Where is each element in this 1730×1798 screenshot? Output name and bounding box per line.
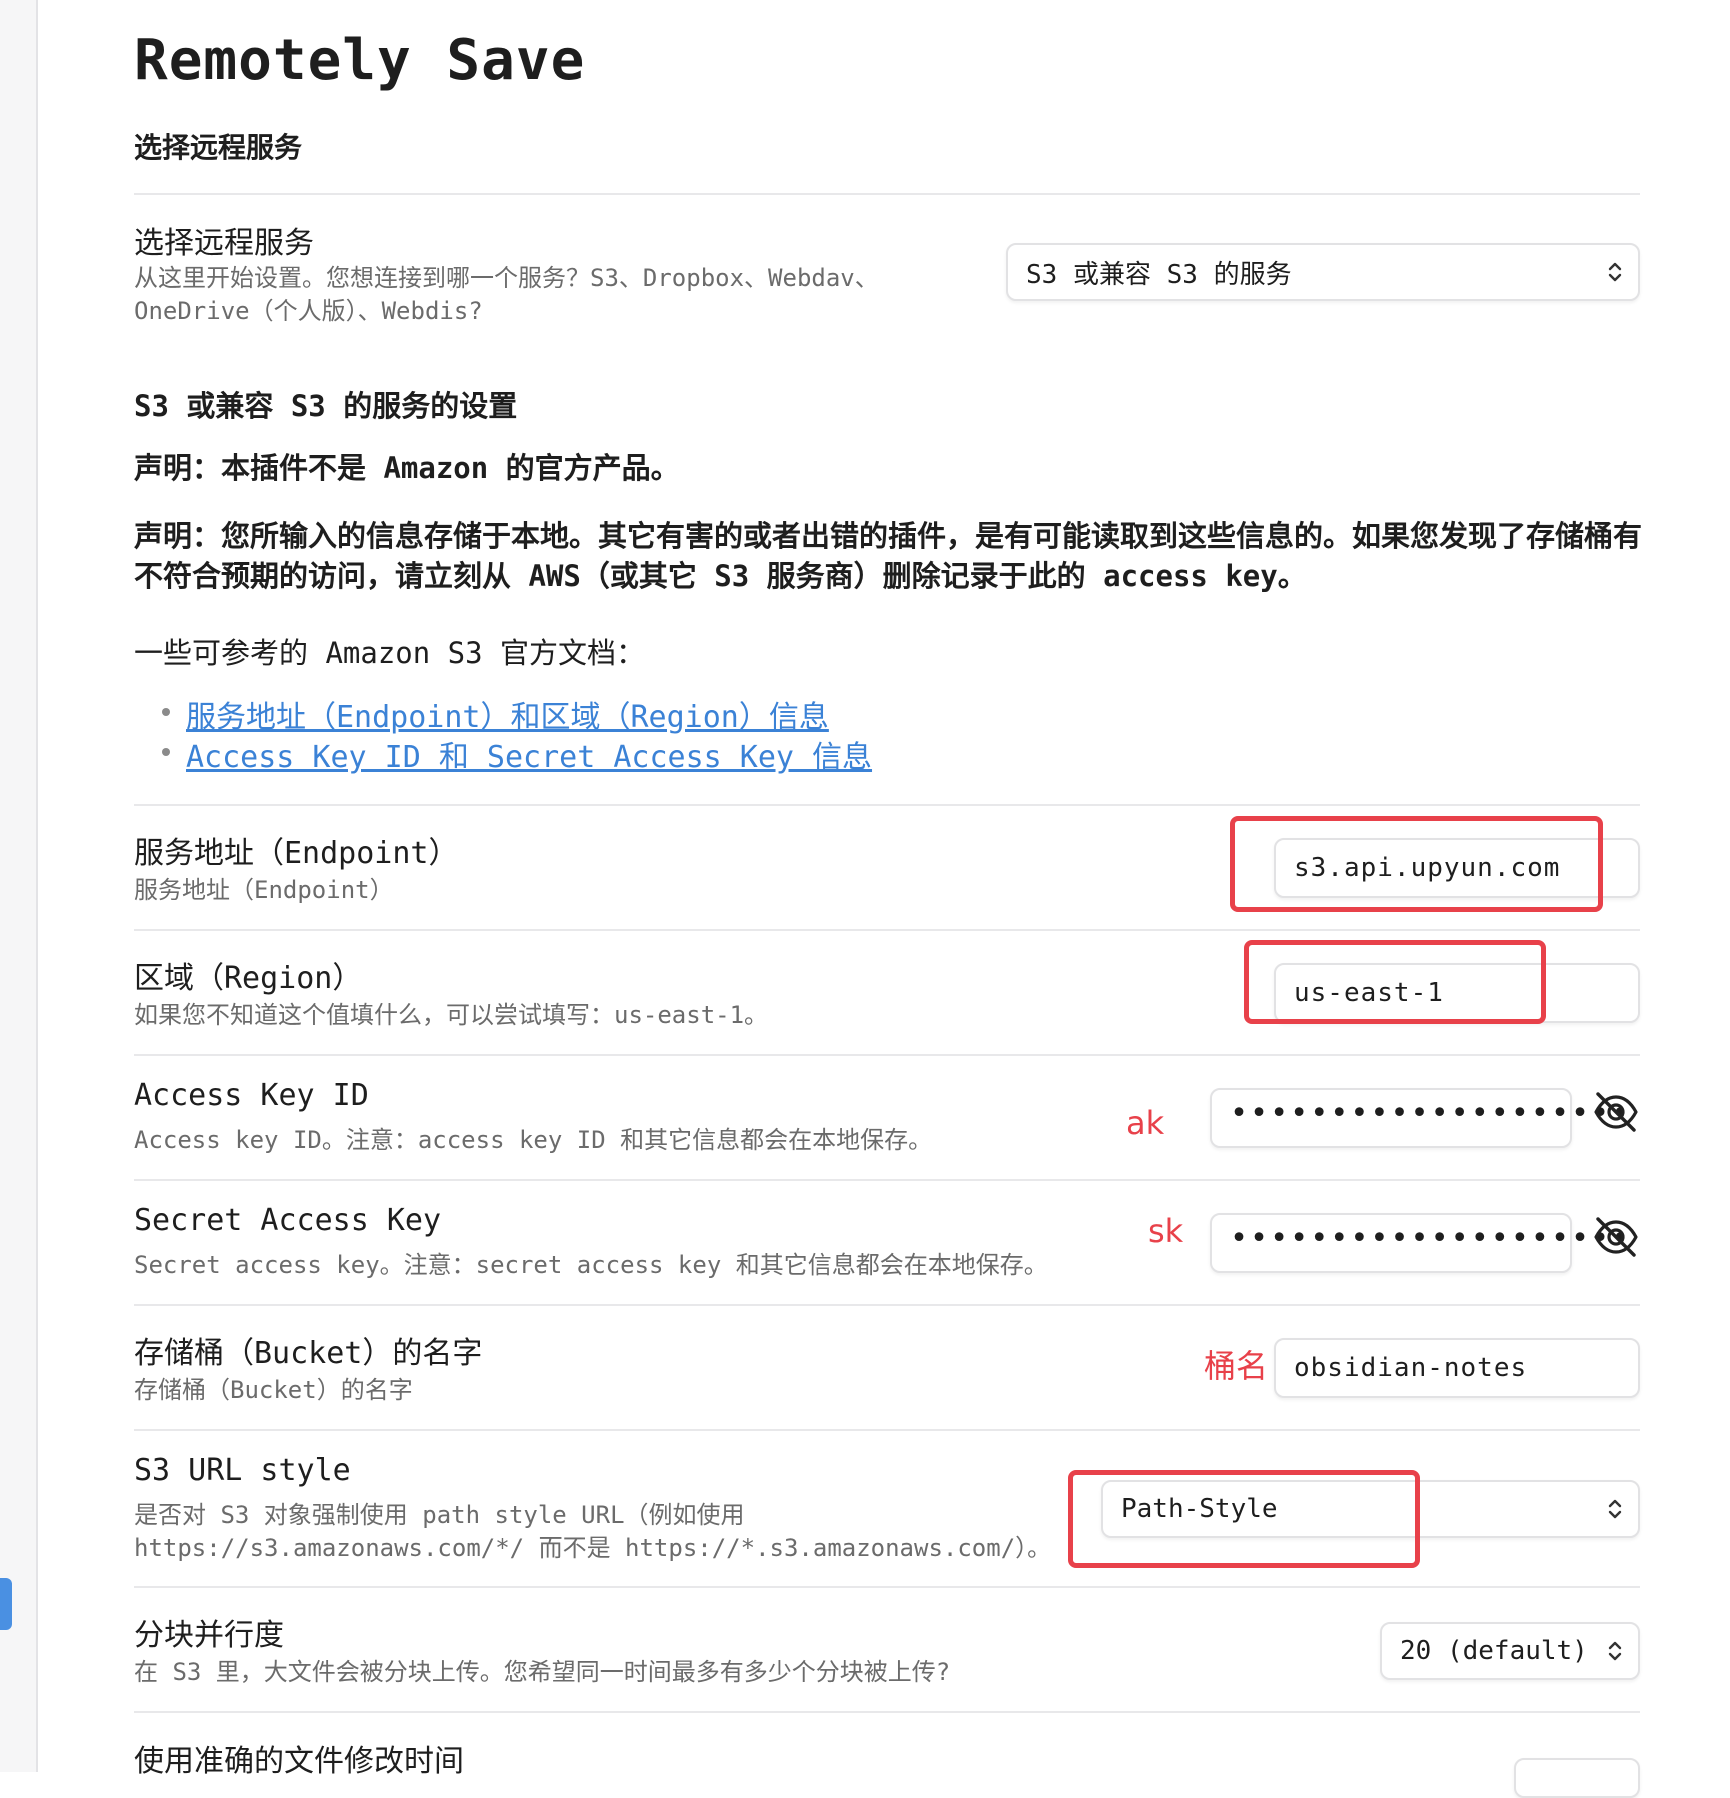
endpoint-region-doc-link[interactable]: 服务地址（Endpoint）和区域（Region）信息 xyxy=(186,700,829,735)
url-style-setting-name: S3 URL style xyxy=(134,1453,351,1488)
notice-not-official: 声明：本插件不是 Amazon 的官方产品。 xyxy=(134,451,680,485)
bucket-setting-desc: 存储桶（Bucket）的名字 xyxy=(134,1376,413,1404)
url-style-desc-line-2: https://s3.amazonaws.com/*/ 而不是 https://… xyxy=(134,1534,1052,1562)
divider xyxy=(134,1179,1640,1181)
list-item: Access Key ID 和 Secret Access Key 信息 xyxy=(161,732,872,775)
service-desc-line-1: 从这里开始设置。您想连接到哪一个服务？S3、Dropbox、Webdav、 xyxy=(134,264,879,292)
access-key-doc-link[interactable]: Access Key ID 和 Secret Access Key 信息 xyxy=(186,740,872,775)
eye-off-icon[interactable] xyxy=(1592,1092,1640,1132)
page-title: Remotely Save xyxy=(134,28,586,93)
service-select[interactable]: S3 或兼容 S3 的服务 xyxy=(1006,243,1640,301)
service-setting-desc: 从这里开始设置。您想连接到哪一个服务？S3、Dropbox、Webdav、 On… xyxy=(134,262,879,328)
chevron-updown-icon xyxy=(1608,262,1622,282)
docs-list: 服务地址（Endpoint）和区域（Region）信息 Access Key I… xyxy=(161,692,872,775)
service-desc-line-2: OneDrive（个人版）、Webdis? xyxy=(134,297,483,325)
divider xyxy=(134,1711,1640,1713)
sidebar-strip xyxy=(0,0,38,1772)
region-input[interactable]: us-east-1 xyxy=(1274,963,1640,1023)
s3-settings-heading: S3 或兼容 S3 的服务的设置 xyxy=(134,389,518,423)
access-key-masked-value: •••••••••••••••••••• xyxy=(1230,1095,1632,1131)
parallelism-select[interactable]: 20 (default) xyxy=(1380,1622,1640,1680)
divider xyxy=(134,929,1640,931)
access-key-setting-name: Access Key ID xyxy=(134,1078,369,1113)
mtime-control[interactable] xyxy=(1514,1758,1640,1798)
access-key-input[interactable]: •••••••••••••••••••• xyxy=(1210,1088,1629,1148)
parallelism-select-value: 20 (default) xyxy=(1400,1636,1588,1666)
annotation-sk-label: sk xyxy=(1148,1212,1184,1250)
endpoint-input[interactable]: s3.api.upyun.com xyxy=(1274,838,1640,898)
eye-off-icon[interactable] xyxy=(1592,1217,1640,1257)
parallelism-setting-name: 分块并行度 xyxy=(134,1618,284,1653)
access-key-setting-desc: Access key ID。注意：access key ID 和其它信息都会在本… xyxy=(134,1126,933,1154)
secret-key-setting-desc: Secret access key。注意：secret access key 和… xyxy=(134,1251,1048,1279)
endpoint-setting-desc: 服务地址（Endpoint） xyxy=(134,876,394,904)
bucket-input-value: obsidian-notes xyxy=(1294,1353,1528,1383)
divider xyxy=(134,804,1640,806)
url-style-select[interactable]: Path-Style xyxy=(1101,1480,1640,1538)
secret-key-masked-value: •••••••••••••••••••• xyxy=(1230,1220,1632,1256)
annotation-bucket-label: 桶名 xyxy=(1204,1347,1269,1385)
mtime-setting-name: 使用准确的文件修改时间 xyxy=(134,1744,464,1779)
divider xyxy=(134,1429,1640,1431)
chevron-updown-icon xyxy=(1608,1641,1622,1661)
region-setting-desc: 如果您不知道这个值填什么，可以尝试填写：us-east-1。 xyxy=(134,1001,769,1029)
region-input-value: us-east-1 xyxy=(1294,978,1444,1008)
bucket-input[interactable]: obsidian-notes xyxy=(1274,1338,1640,1398)
service-setting-name: 选择远程服务 xyxy=(134,226,314,261)
secret-key-input[interactable]: •••••••••••••••••••• xyxy=(1210,1213,1629,1273)
section-heading: 选择远程服务 xyxy=(134,131,303,164)
divider xyxy=(134,193,1640,195)
service-select-value: S3 或兼容 S3 的服务 xyxy=(1026,259,1292,290)
endpoint-input-value: s3.api.upyun.com xyxy=(1294,853,1561,883)
docs-intro: 一些可参考的 Amazon S3 官方文档： xyxy=(134,636,646,670)
divider xyxy=(134,1304,1640,1306)
parallelism-setting-desc: 在 S3 里，大文件会被分块上传。您希望同一时间最多有多少个分块被上传? xyxy=(134,1658,951,1686)
list-item: 服务地址（Endpoint）和区域（Region）信息 xyxy=(161,692,872,735)
notice-local-storage: 声明：您所输入的信息存储于本地。其它有害的或者出错的插件，是有可能读取到这些信息… xyxy=(134,519,1643,593)
sidebar-resize-handle[interactable] xyxy=(0,1578,12,1630)
divider xyxy=(134,1586,1640,1588)
endpoint-setting-name: 服务地址（Endpoint） xyxy=(134,836,459,871)
url-style-select-value: Path-Style xyxy=(1121,1494,1278,1524)
bucket-setting-name: 存储桶（Bucket）的名字 xyxy=(134,1336,483,1371)
url-style-desc-line-1: 是否对 S3 对象强制使用 path style URL（例如使用 xyxy=(134,1501,745,1529)
secret-key-setting-name: Secret Access Key xyxy=(134,1203,442,1238)
url-style-setting-desc: 是否对 S3 对象强制使用 path style URL（例如使用 https:… xyxy=(134,1499,1051,1565)
divider xyxy=(134,1054,1640,1056)
region-setting-name: 区域（Region） xyxy=(134,961,363,996)
chevron-updown-icon xyxy=(1608,1499,1622,1519)
annotation-ak-label: ak xyxy=(1126,1104,1165,1142)
